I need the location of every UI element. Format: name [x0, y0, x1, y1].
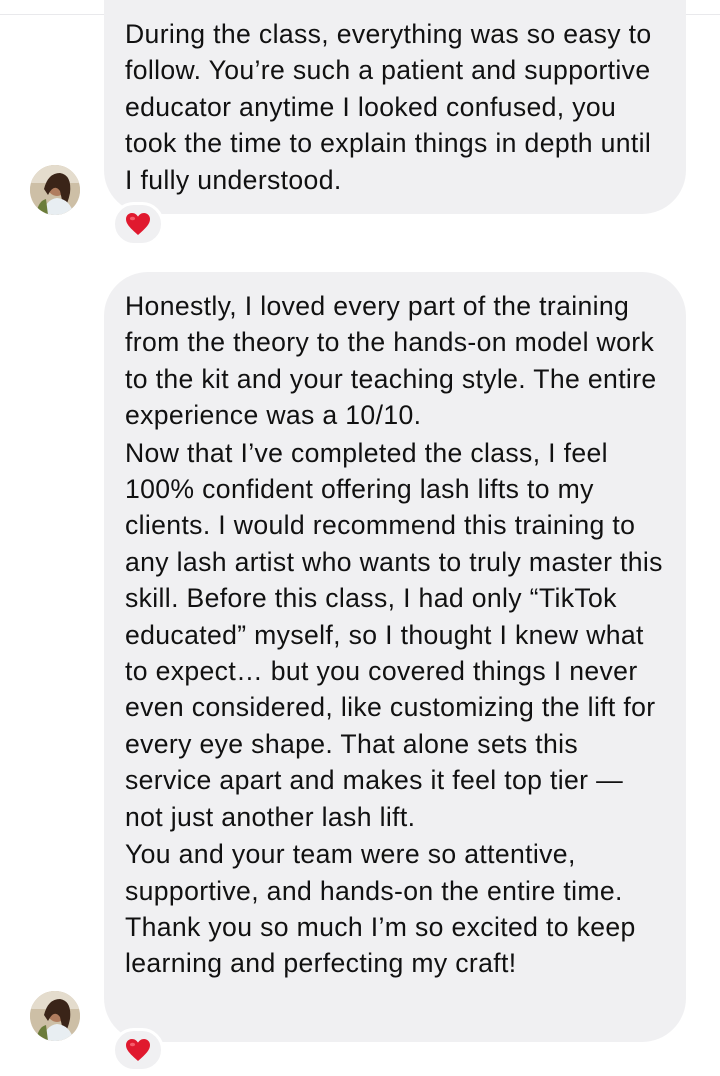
message-text: Now that I’ve completed the class, I fee…	[125, 437, 663, 832]
heart-icon	[126, 1039, 150, 1061]
message-bubble[interactable]: During the class, everything was so easy…	[104, 0, 686, 214]
message-bubble[interactable]: Honestly, I loved every part of the trai…	[104, 272, 686, 1042]
avatar[interactable]	[30, 991, 80, 1041]
avatar[interactable]	[30, 165, 80, 215]
heart-icon	[126, 213, 150, 235]
message-thread: During the class, everything was so easy…	[0, 0, 720, 1076]
message-text: You and your team were so attentive, sup…	[125, 839, 636, 979]
message-text: During the class, everything was so easy…	[125, 19, 652, 195]
reaction-badge[interactable]	[112, 202, 164, 246]
reaction-badge[interactable]	[112, 1028, 164, 1072]
message-text: Honestly, I loved every part of the trai…	[125, 291, 657, 431]
